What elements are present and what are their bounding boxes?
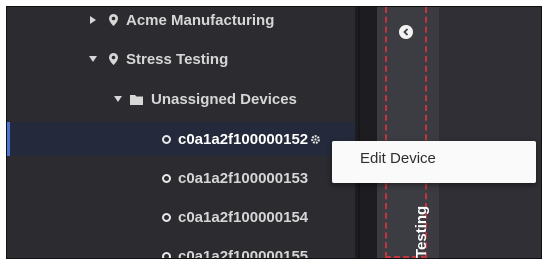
device-status-icon — [162, 251, 171, 258]
context-menu: Edit Device — [332, 141, 536, 183]
collapsed-panel-tab[interactable]: Testing — [385, 7, 430, 258]
panel-divider[interactable] — [355, 7, 377, 258]
device-tree: Acme Manufacturing Stress Testing Unassi… — [7, 7, 355, 258]
tree-item-label: Acme Manufacturing — [126, 11, 275, 29]
gear-icon[interactable] — [310, 134, 321, 145]
edit-device-menu-item[interactable]: Edit Device — [360, 150, 436, 167]
divider-line — [358, 7, 360, 258]
tree-item-site[interactable]: Stress Testing — [87, 48, 228, 70]
tree-item-device[interactable]: c0a1a2f100000154 — [162, 206, 308, 228]
chevron-left-icon[interactable] — [399, 25, 413, 39]
caret-right-icon[interactable] — [87, 16, 99, 24]
collapsed-panel-rail: Testing — [377, 7, 439, 258]
tree-item-label: c0a1a2f100000154 — [178, 208, 309, 226]
tree-item-label: c0a1a2f100000152 — [178, 130, 309, 148]
location-pin-icon — [109, 53, 118, 65]
tree-item-label: Stress Testing — [126, 50, 229, 68]
caret-down-icon[interactable] — [87, 56, 99, 62]
location-pin-icon — [109, 14, 118, 26]
caret-down-icon[interactable] — [112, 96, 124, 102]
collapsed-panel-label: Testing — [413, 205, 430, 258]
device-status-icon — [162, 134, 171, 144]
device-status-icon — [162, 173, 171, 183]
device-status-icon — [162, 212, 171, 222]
tree-item-label: c0a1a2f100000155 — [178, 247, 309, 259]
folder-icon — [130, 94, 143, 105]
tree-item-site[interactable]: Acme Manufacturing — [87, 9, 274, 31]
tree-item-device[interactable]: c0a1a2f100000152 — [162, 128, 321, 150]
tree-item-device[interactable]: c0a1a2f100000153 — [162, 167, 308, 189]
tree-item-label: c0a1a2f100000153 — [178, 169, 309, 187]
app-frame: Acme Manufacturing Stress Testing Unassi… — [6, 6, 542, 259]
tree-item-device[interactable]: c0a1a2f100000155 — [162, 245, 309, 259]
selected-row-indicator — [7, 122, 10, 156]
tree-item-folder[interactable]: Unassigned Devices — [112, 88, 297, 110]
tree-item-label: Unassigned Devices — [151, 90, 297, 108]
main-panel — [439, 7, 541, 258]
